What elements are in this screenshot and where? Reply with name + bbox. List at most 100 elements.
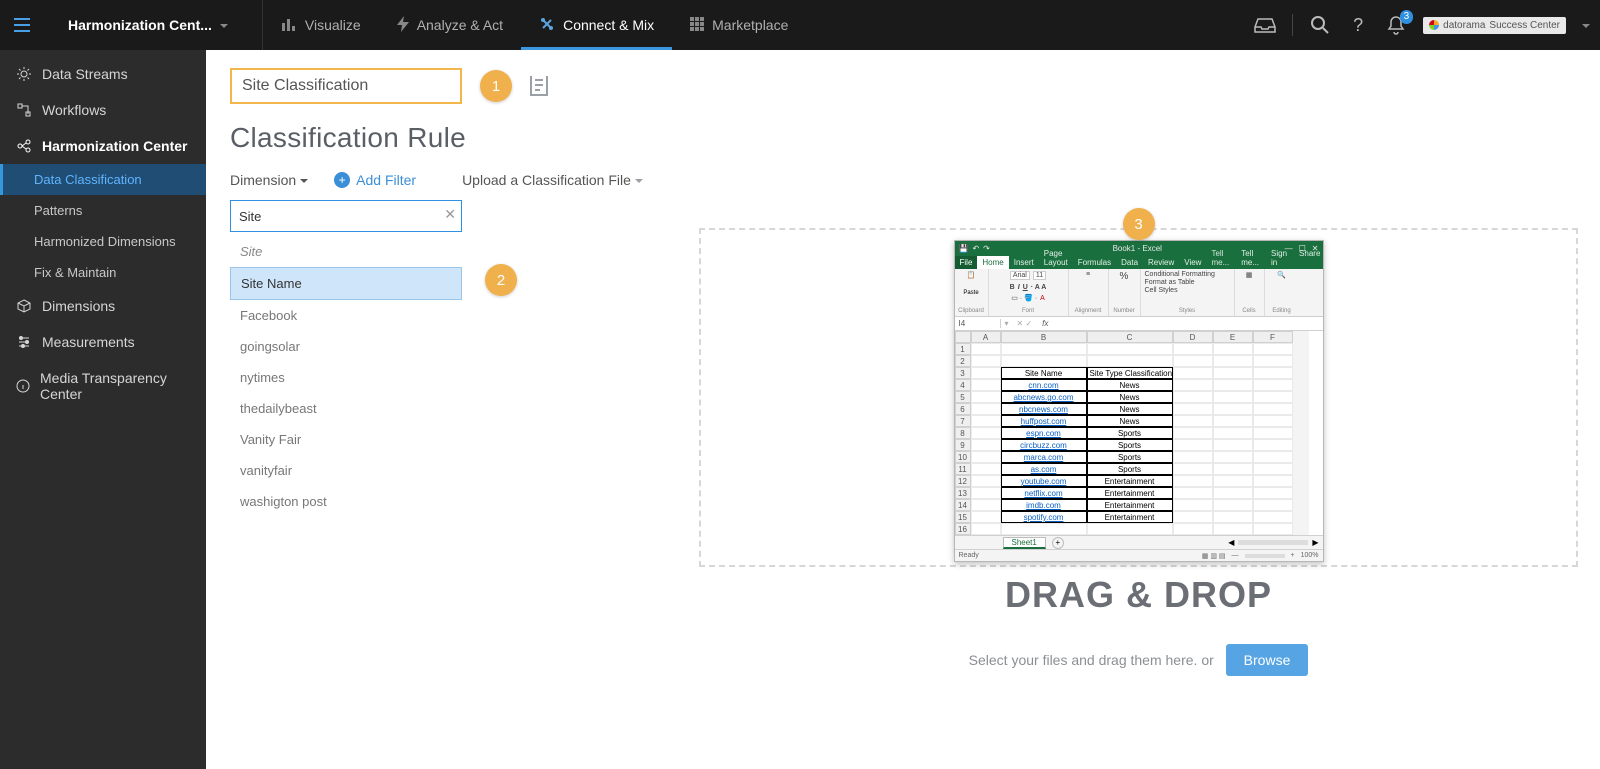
main-content: 1 Classification Rule Dimension + Add Fi… bbox=[206, 50, 1600, 769]
harmonization-icon bbox=[16, 139, 32, 153]
step-marker-2: 2 bbox=[485, 264, 517, 296]
global-top-bar: Harmonization Cent... Visualize Analyze … bbox=[0, 0, 1600, 50]
drag-drop-hint: Select your files and drag them here. or bbox=[969, 652, 1214, 668]
excel-tab-data: Data bbox=[1116, 256, 1143, 269]
excel-font-size: 11 bbox=[1033, 271, 1046, 280]
dropdown-option-goingsolar[interactable]: goingsolar bbox=[230, 331, 462, 362]
dropdown-option-nytimes[interactable]: nytimes bbox=[230, 362, 462, 393]
file-drop-zone[interactable]: 3 💾 ↶ ↷ Book1 - Excel — ☐ ✕ bbox=[699, 228, 1578, 567]
dropdown-option-vanityfair[interactable]: vanityfair bbox=[230, 455, 462, 486]
workspace-switcher[interactable]: Harmonization Cent... bbox=[54, 17, 242, 33]
excel-group-number: Number bbox=[1113, 308, 1134, 314]
step-marker-1: 1 bbox=[480, 70, 512, 102]
sidebar-item-label: Media Transparency Center bbox=[40, 370, 190, 402]
excel-tab-page-layout: Page Layout bbox=[1039, 247, 1073, 269]
dropdown-option-thedailybeast[interactable]: thedailybeast bbox=[230, 393, 462, 424]
sidebar-item-workflows[interactable]: Workflows bbox=[0, 92, 206, 128]
chevron-down-icon bbox=[300, 172, 308, 188]
rule-name-input[interactable] bbox=[230, 68, 462, 104]
sidebar-sub-patterns[interactable]: Patterns bbox=[0, 195, 206, 226]
sidebar-item-label: Workflows bbox=[42, 102, 106, 118]
divider bbox=[1292, 14, 1293, 36]
tab-label: Visualize bbox=[305, 17, 361, 33]
document-icon[interactable] bbox=[530, 76, 548, 96]
dimension-dropdown-trigger[interactable]: Dimension bbox=[230, 172, 308, 188]
excel-tellme: Tell me... bbox=[1206, 247, 1234, 269]
sidebar-item-media-transparency[interactable]: Media Transparency Center bbox=[0, 360, 206, 412]
excel-paste-icon: 📋 bbox=[967, 271, 976, 279]
step-marker-3: 3 bbox=[1123, 208, 1155, 240]
settings-icon bbox=[16, 67, 32, 81]
excel-tellme-label: Tell me... bbox=[1236, 247, 1264, 269]
plus-circle-icon: + bbox=[334, 172, 350, 188]
datorama-logo-icon bbox=[1429, 20, 1439, 30]
excel-tab-view: View bbox=[1179, 256, 1206, 269]
excel-sheet-tab: Sheet1 bbox=[1003, 537, 1046, 549]
excel-group-clipboard: Clipboard bbox=[958, 308, 984, 314]
topbar-utilities: ? 3 datorama Success Center bbox=[1254, 14, 1590, 36]
dropdown-option-vanity-fair[interactable]: Vanity Fair bbox=[230, 424, 462, 455]
hamburger-menu-icon[interactable] bbox=[10, 18, 34, 32]
excel-tab-home: Home bbox=[977, 256, 1008, 269]
sidebar-item-dimensions[interactable]: Dimensions bbox=[0, 288, 206, 324]
excel-col-e: E bbox=[1213, 331, 1253, 343]
excel-font-name: Arial bbox=[1010, 271, 1030, 280]
chevron-down-icon bbox=[635, 172, 643, 188]
tab-label: Marketplace bbox=[712, 17, 788, 33]
excel-group-alignment: Alignment bbox=[1075, 308, 1102, 314]
excel-col-f: F bbox=[1253, 331, 1293, 343]
inbox-icon[interactable] bbox=[1254, 14, 1276, 36]
excel-group-font: Font bbox=[1022, 308, 1034, 314]
bar-chart-icon bbox=[281, 17, 297, 34]
success-center-button[interactable]: datorama Success Center bbox=[1423, 17, 1566, 34]
tab-label: Connect & Mix bbox=[563, 17, 654, 33]
cube-icon bbox=[16, 299, 32, 313]
excel-percent-icon: % bbox=[1120, 271, 1129, 282]
sidebar-sub-harmonized-dimensions[interactable]: Harmonized Dimensions bbox=[0, 226, 206, 257]
tab-visualize[interactable]: Visualize bbox=[263, 0, 379, 50]
sidebar-item-label: Dimensions bbox=[42, 298, 115, 314]
tab-marketplace[interactable]: Marketplace bbox=[672, 0, 806, 50]
add-filter-button[interactable]: + Add Filter bbox=[334, 172, 416, 188]
add-filter-label: Add Filter bbox=[356, 172, 416, 188]
search-icon[interactable] bbox=[1309, 14, 1331, 36]
section-title: Classification Rule bbox=[230, 122, 1576, 154]
chevron-down-icon bbox=[220, 17, 228, 33]
excel-col-d: D bbox=[1173, 331, 1213, 343]
primary-nav-tabs: Visualize Analyze & Act Connect & Mix Ma… bbox=[262, 0, 806, 50]
dropdown-option-facebook[interactable]: Facebook bbox=[230, 300, 462, 331]
dimension-label: Dimension bbox=[230, 172, 296, 188]
browse-button[interactable]: Browse bbox=[1226, 644, 1309, 676]
excel-paste-label: Paste bbox=[963, 290, 978, 296]
excel-tab-review: Review bbox=[1143, 256, 1179, 269]
drag-drop-hint-row: Select your files and drag them here. or… bbox=[711, 644, 1566, 676]
sidebar-sub-fix-maintain[interactable]: Fix & Maintain bbox=[0, 257, 206, 288]
left-sidebar: Data Streams Workflows Harmonization Cen… bbox=[0, 50, 206, 769]
excel-group-styles: Styles bbox=[1179, 308, 1195, 314]
excel-conditional-formatting: Conditional Formatting bbox=[1145, 271, 1215, 278]
upload-classification-dropdown[interactable]: Upload a Classification File bbox=[462, 172, 643, 188]
option-label: Site Name bbox=[241, 276, 302, 291]
help-icon[interactable]: ? bbox=[1347, 14, 1369, 36]
excel-preview-image: 💾 ↶ ↷ Book1 - Excel — ☐ ✕ File H bbox=[954, 240, 1324, 562]
sidebar-item-label: Data Streams bbox=[42, 66, 128, 82]
excel-col-c: C bbox=[1087, 331, 1173, 343]
tab-analyze[interactable]: Analyze & Act bbox=[379, 0, 521, 50]
connect-icon bbox=[539, 16, 555, 35]
dropdown-option-site-name[interactable]: Site Name 2 bbox=[230, 267, 462, 300]
drag-drop-heading: DRAG & DROP bbox=[711, 574, 1566, 616]
tab-connect-mix[interactable]: Connect & Mix bbox=[521, 0, 672, 50]
success-center-brand: datorama bbox=[1443, 20, 1485, 31]
sidebar-sub-data-classification[interactable]: Data Classification bbox=[0, 164, 206, 195]
dropdown-option-washington-post[interactable]: washigton post bbox=[230, 486, 462, 517]
excel-status-ready: Ready bbox=[959, 552, 979, 559]
clear-search-icon[interactable]: ✕ bbox=[444, 206, 456, 223]
notifications-icon[interactable]: 3 bbox=[1385, 14, 1407, 36]
chevron-down-icon[interactable] bbox=[1582, 17, 1590, 33]
sidebar-item-measurements[interactable]: Measurements bbox=[0, 324, 206, 360]
dimension-dropdown-list: Site Site Name 2 Facebook goingsolar nyt… bbox=[230, 236, 462, 517]
excel-active-cell: I4 bbox=[955, 319, 1001, 328]
dimension-search-input[interactable] bbox=[230, 200, 462, 232]
sidebar-item-data-streams[interactable]: Data Streams bbox=[0, 56, 206, 92]
sidebar-item-harmonization-center[interactable]: Harmonization Center bbox=[0, 128, 206, 164]
